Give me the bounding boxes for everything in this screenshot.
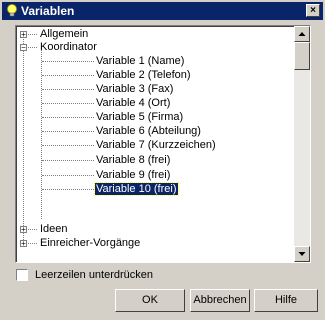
tree-node-variable-2[interactable]: Variable 2 (Telefon) [95,68,192,83]
tree-node-label: Variable 4 (Ort) [96,97,171,109]
tree-vertical-scrollbar[interactable] [294,26,310,262]
tree-branch-line [42,160,94,161]
suppress-empty-lines-label: Leerzeilen unterdrücken [35,269,154,281]
arrow-up-icon [298,32,306,36]
expand-toggle-einreicher-vorgaenge[interactable]: + [20,240,27,248]
tree-viewport: + Allgemein − Koordinator Variable 1 (Na… [16,26,296,262]
window-title: Variablen [21,4,75,18]
tree-branch-line [42,103,94,104]
lightbulb-icon [7,4,17,17]
tree-node-label: Variable 6 (Abteilung) [96,125,201,137]
suppress-empty-lines-checkbox[interactable] [16,269,28,281]
tree-branch-line [28,229,37,230]
variables-tree[interactable]: + Allgemein − Koordinator Variable 1 (Na… [15,25,311,263]
tree-branch-line [42,75,94,76]
tree-branch-line [42,89,94,90]
title-bar: Variablen × [2,2,323,20]
tree-node-variable-8[interactable]: Variable 8 (frei) [95,153,171,168]
tree-node-ideen[interactable]: Ideen [39,222,69,237]
tree-node-variable-1[interactable]: Variable 1 (Name) [95,54,185,69]
tree-branch-line [28,47,37,48]
tree-node-label: Variable 8 (frei) [96,154,171,166]
help-button[interactable]: Hilfe [254,289,318,312]
tree-node-einreicher-vorgaenge[interactable]: Einreicher-Vorgänge [39,236,141,251]
scrollbar-thumb[interactable] [294,42,310,70]
tree-node-label: Variable 9 (frei) [96,169,171,181]
tree-node-variable-6[interactable]: Variable 6 (Abteilung) [95,124,202,139]
arrow-down-icon [298,252,306,256]
tree-node-variable-3[interactable]: Variable 3 (Fax) [95,82,174,97]
tree-node-label: Einreicher-Vorgänge [40,237,141,249]
tree-node-variable-4[interactable]: Variable 4 (Ort) [95,96,171,111]
collapse-toggle-koordinator[interactable]: − [20,44,27,52]
tree-node-label: Koordinator [40,41,97,53]
expand-toggle-ideen[interactable]: + [20,226,27,234]
tree-root-connector [23,33,24,242]
tree-branch-line [42,131,94,132]
close-button[interactable]: × [306,4,320,17]
tree-node-label-selected: Variable 10 (frei) [94,182,179,196]
tree-node-variable-9[interactable]: Variable 9 (frei) [95,168,171,183]
tree-branch-line [42,61,94,62]
tree-node-label: Allgemein [40,28,89,40]
tree-child-connector [41,47,42,219]
tree-branch-line [42,189,94,190]
tree-branch-line [28,243,37,244]
tree-node-label: Variable 2 (Telefon) [96,69,191,81]
tree-branch-line [42,145,94,146]
scroll-down-button[interactable] [294,246,310,262]
tree-node-label: Variable 3 (Fax) [96,83,174,95]
tree-node-koordinator[interactable]: Koordinator [39,40,98,55]
tree-node-label: Variable 5 (Firma) [96,111,184,123]
cancel-button[interactable]: Abbrechen [190,289,250,312]
tree-node-label: Variable 1 (Name) [96,55,185,67]
variables-dialog: Variablen × + Allgemein − Koordinator Va… [0,0,325,320]
tree-node-variable-7[interactable]: Variable 7 (Kurzzeichen) [95,138,217,153]
tree-node-label: Variable 7 (Kurzzeichen) [96,139,216,151]
ok-button[interactable]: OK [115,289,185,312]
expand-toggle-allgemein[interactable]: + [20,31,27,39]
tree-branch-line [28,34,37,35]
tree-branch-line [42,117,94,118]
scroll-up-button[interactable] [294,26,310,42]
tree-branch-line [42,175,94,176]
tree-node-label: Ideen [40,223,68,235]
tree-node-variable-10[interactable]: Variable 10 (frei) [94,182,179,197]
tree-node-variable-5[interactable]: Variable 5 (Firma) [95,110,184,125]
